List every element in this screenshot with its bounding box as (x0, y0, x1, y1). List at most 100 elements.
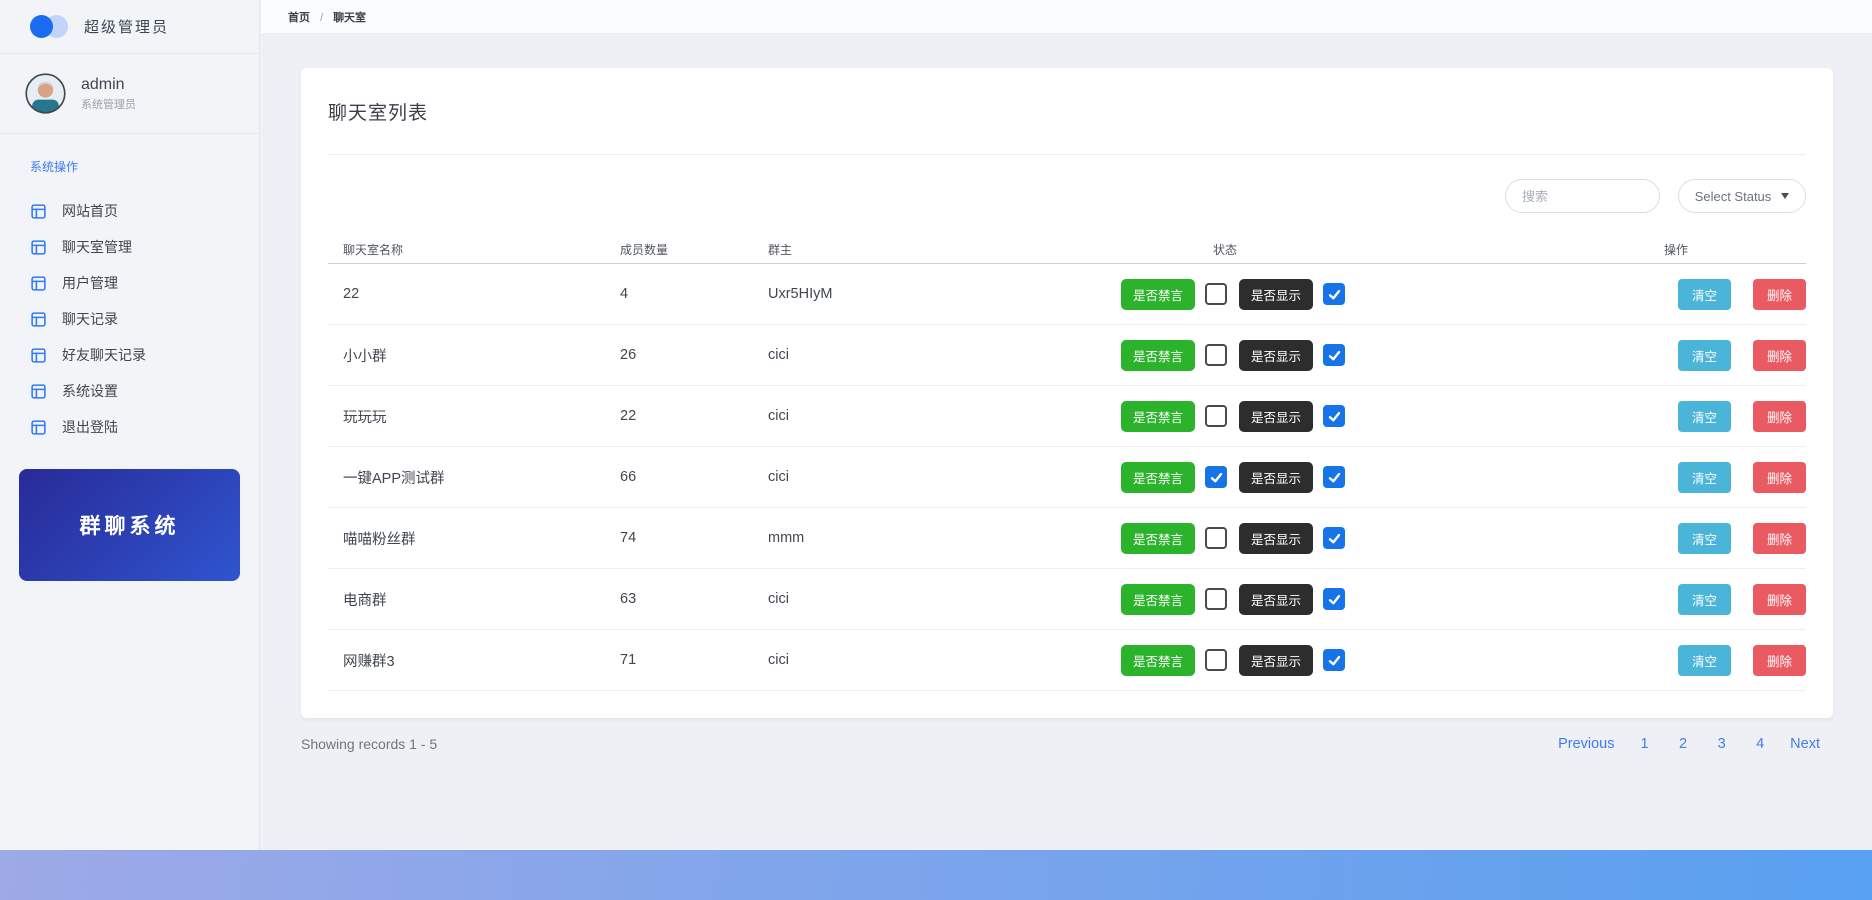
mute-checkbox[interactable] (1205, 283, 1227, 305)
sidebar-item[interactable]: 网站首页 (30, 193, 259, 229)
show-checkbox[interactable] (1323, 588, 1345, 610)
check-icon (1209, 470, 1224, 485)
mute-checkbox[interactable] (1205, 649, 1227, 671)
table-row: 喵喵粉丝群 74 mmm 是否禁言 是否显示 清空 删除 (328, 508, 1806, 569)
show-checkbox[interactable] (1323, 466, 1345, 488)
header-room-name: 聊天室名称 (328, 241, 605, 258)
show-checkbox[interactable] (1323, 649, 1345, 671)
actions-cell: 清空 删除 (1551, 279, 1806, 310)
sidebar: 超级管理员 admin 系统管理员 系统操作 (0, 0, 260, 850)
layout-icon (30, 239, 47, 256)
show-checkbox[interactable] (1323, 405, 1345, 427)
show-checkbox[interactable] (1323, 527, 1345, 549)
show-badge[interactable]: 是否显示 (1239, 279, 1313, 310)
check-icon (1327, 470, 1342, 485)
layout-icon (30, 347, 47, 364)
member-count-cell: 74 (605, 530, 753, 546)
card-header: 聊天室列表 (328, 68, 1806, 155)
show-badge[interactable]: 是否显示 (1239, 523, 1313, 554)
mute-checkbox[interactable] (1205, 344, 1227, 366)
brand-title: 群聊系统 (80, 510, 180, 540)
sidebar-item-label: 网站首页 (62, 201, 118, 221)
mute-badge[interactable]: 是否禁言 (1121, 584, 1195, 615)
sidebar-item[interactable]: 退出登陆 (30, 409, 259, 445)
sidebar-item-label: 退出登陆 (62, 417, 118, 437)
mute-badge[interactable]: 是否禁言 (1121, 462, 1195, 493)
delete-button[interactable]: 删除 (1753, 523, 1806, 554)
clear-button[interactable]: 清空 (1678, 523, 1731, 554)
sidebar-item-label: 聊天记录 (62, 309, 118, 329)
clear-button[interactable]: 清空 (1678, 584, 1731, 615)
mute-badge[interactable]: 是否禁言 (1121, 279, 1195, 310)
mute-badge[interactable]: 是否禁言 (1121, 645, 1195, 676)
sidebar-item[interactable]: 好友聊天记录 (30, 337, 259, 373)
mute-checkbox[interactable] (1205, 466, 1227, 488)
avatar (25, 73, 66, 114)
actions-cell: 清空 删除 (1551, 584, 1806, 615)
sidebar-item[interactable]: 聊天记录 (30, 301, 259, 337)
page-title: 聊天室列表 (328, 98, 428, 125)
delete-button[interactable]: 删除 (1753, 279, 1806, 310)
status-cell: 是否禁言 是否显示 (1106, 584, 1551, 615)
owner-cell: cici (753, 347, 1106, 363)
check-icon (1327, 592, 1342, 607)
sidebar-item[interactable]: 聊天室管理 (30, 229, 259, 265)
pagination-previous[interactable]: Previous (1545, 736, 1627, 752)
show-badge[interactable]: 是否显示 (1239, 645, 1313, 676)
status-filter-select[interactable]: Select Status (1678, 179, 1806, 213)
mute-checkbox[interactable] (1205, 527, 1227, 549)
delete-button[interactable]: 删除 (1753, 340, 1806, 371)
sidebar-item-label: 聊天室管理 (62, 237, 132, 257)
mute-badge[interactable]: 是否禁言 (1121, 340, 1195, 371)
chatroom-table: 聊天室名称 成员数量 群主 状态 操作 22 4 Uxr5HIyM 是否禁言 是… (328, 235, 1806, 691)
pagination-page[interactable]: 4 (1743, 736, 1777, 752)
sidebar-item-label: 好友聊天记录 (62, 345, 146, 365)
owner-cell: cici (753, 652, 1106, 668)
clear-button[interactable]: 清空 (1678, 401, 1731, 432)
layout-icon (30, 275, 47, 292)
app-title: 超级管理员 (84, 16, 169, 37)
show-badge[interactable]: 是否显示 (1239, 340, 1313, 371)
room-name-cell: 玩玩玩 (328, 406, 605, 427)
delete-button[interactable]: 删除 (1753, 584, 1806, 615)
table-row: 小小群 26 cici 是否禁言 是否显示 清空 删除 (328, 325, 1806, 386)
sidebar-item[interactable]: 系统设置 (30, 373, 259, 409)
breadcrumb-current: 聊天室 (333, 12, 366, 24)
clear-button[interactable]: 清空 (1678, 279, 1731, 310)
pagination-page[interactable]: 2 (1666, 736, 1700, 752)
show-badge[interactable]: 是否显示 (1239, 584, 1313, 615)
mute-badge[interactable]: 是否禁言 (1121, 523, 1195, 554)
show-badge[interactable]: 是否显示 (1239, 401, 1313, 432)
showing-records-text: Showing records 1 - 5 (301, 736, 437, 752)
search-input[interactable] (1505, 179, 1660, 213)
room-name-cell: 一键APP测试群 (328, 467, 605, 488)
table-row: 22 4 Uxr5HIyM 是否禁言 是否显示 清空 删除 (328, 264, 1806, 325)
check-icon (1327, 653, 1342, 668)
clear-button[interactable]: 清空 (1678, 340, 1731, 371)
show-checkbox[interactable] (1323, 344, 1345, 366)
delete-button[interactable]: 删除 (1753, 462, 1806, 493)
clear-button[interactable]: 清空 (1678, 462, 1731, 493)
delete-button[interactable]: 删除 (1753, 645, 1806, 676)
header-member-count: 成员数量 (605, 241, 753, 258)
delete-button[interactable]: 删除 (1753, 401, 1806, 432)
pagination-page[interactable]: 1 (1628, 736, 1662, 752)
mute-checkbox[interactable] (1205, 588, 1227, 610)
header-owner: 群主 (753, 241, 1106, 258)
member-count-cell: 4 (605, 286, 753, 302)
breadcrumb-home[interactable]: 首页 (288, 12, 310, 24)
show-badge[interactable]: 是否显示 (1239, 462, 1313, 493)
clear-button[interactable]: 清空 (1678, 645, 1731, 676)
table-header-row: 聊天室名称 成员数量 群主 状态 操作 (328, 235, 1806, 264)
member-count-cell: 26 (605, 347, 753, 363)
pagination-next[interactable]: Next (1777, 736, 1833, 752)
room-name-cell: 22 (328, 286, 605, 302)
table-row: 一键APP测试群 66 cici 是否禁言 是否显示 清空 删除 (328, 447, 1806, 508)
owner-cell: cici (753, 469, 1106, 485)
layout-icon (30, 203, 47, 220)
mute-checkbox[interactable] (1205, 405, 1227, 427)
pagination-page[interactable]: 3 (1705, 736, 1739, 752)
sidebar-item[interactable]: 用户管理 (30, 265, 259, 301)
mute-badge[interactable]: 是否禁言 (1121, 401, 1195, 432)
show-checkbox[interactable] (1323, 283, 1345, 305)
